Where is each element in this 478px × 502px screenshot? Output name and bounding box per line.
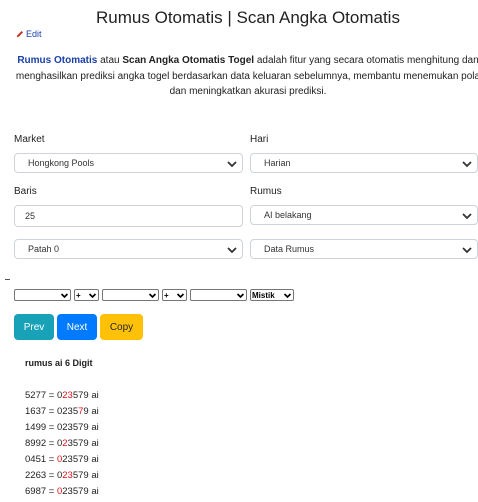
market-select[interactable]: Hongkong Pools [14, 153, 243, 173]
result-row: 8992 = 023579 ai [25, 438, 99, 449]
result-row: 5277 = 023579 ai [25, 390, 99, 401]
digit-select-2[interactable] [102, 289, 159, 301]
edit-label: Edit [26, 29, 42, 39]
chevron-down-icon [60, 293, 69, 299]
chevron-down-icon [227, 161, 237, 168]
chevron-down-icon [462, 161, 472, 168]
chevron-down-icon [236, 293, 245, 299]
divider-mark [5, 279, 10, 280]
page-title: Rumus Otomatis | Scan Angka Otomatis [96, 8, 400, 27]
data-select[interactable]: Data Rumus [250, 239, 478, 259]
chevron-down-icon [88, 293, 97, 299]
operator-select-1[interactable]: + [74, 289, 99, 301]
rumus-select[interactable]: AI belakang [250, 205, 478, 225]
patah-select[interactable]: Patah 0 [14, 239, 243, 259]
result-row: 1637 = 023579 ai [25, 406, 99, 417]
hari-label: Hari [250, 134, 269, 145]
chevron-down-icon [462, 247, 472, 254]
chevron-down-icon [176, 293, 185, 299]
chevron-down-icon [227, 247, 237, 254]
market-label: Market [14, 134, 45, 145]
rumus-label: Rumus [250, 186, 282, 197]
rumus-otomatis-link[interactable]: Rumus Otomatis [17, 55, 97, 66]
mode-select[interactable]: Mistik [250, 289, 294, 301]
copy-button[interactable]: Copy [100, 314, 143, 340]
baris-label: Baris [14, 186, 37, 197]
digit-select-3[interactable] [190, 289, 247, 301]
prev-button[interactable]: Prev [14, 314, 54, 340]
edit-link[interactable]: Edit [16, 29, 42, 39]
result-row: 0451 = 023579 ai [25, 454, 99, 465]
results-title: rumus ai 6 Digit [25, 358, 93, 368]
result-row: 1499 = 023579 ai [25, 422, 99, 433]
chevron-down-icon [148, 293, 157, 299]
next-button[interactable]: Next [57, 314, 97, 340]
chevron-down-icon [462, 213, 472, 220]
page-description: Rumus Otomatis atau Scan Angka Otomatis … [15, 55, 478, 97]
pencil-icon [16, 30, 24, 38]
result-row: 2263 = 023579 ai [25, 470, 99, 481]
result-row: 6987 = 023579 ai [25, 486, 99, 497]
baris-input[interactable]: 25 [14, 205, 243, 227]
operator-select-2[interactable]: + [162, 289, 187, 301]
digit-select-1[interactable] [14, 289, 71, 301]
chevron-down-icon [283, 293, 292, 299]
hari-select[interactable]: Harian [250, 153, 478, 173]
